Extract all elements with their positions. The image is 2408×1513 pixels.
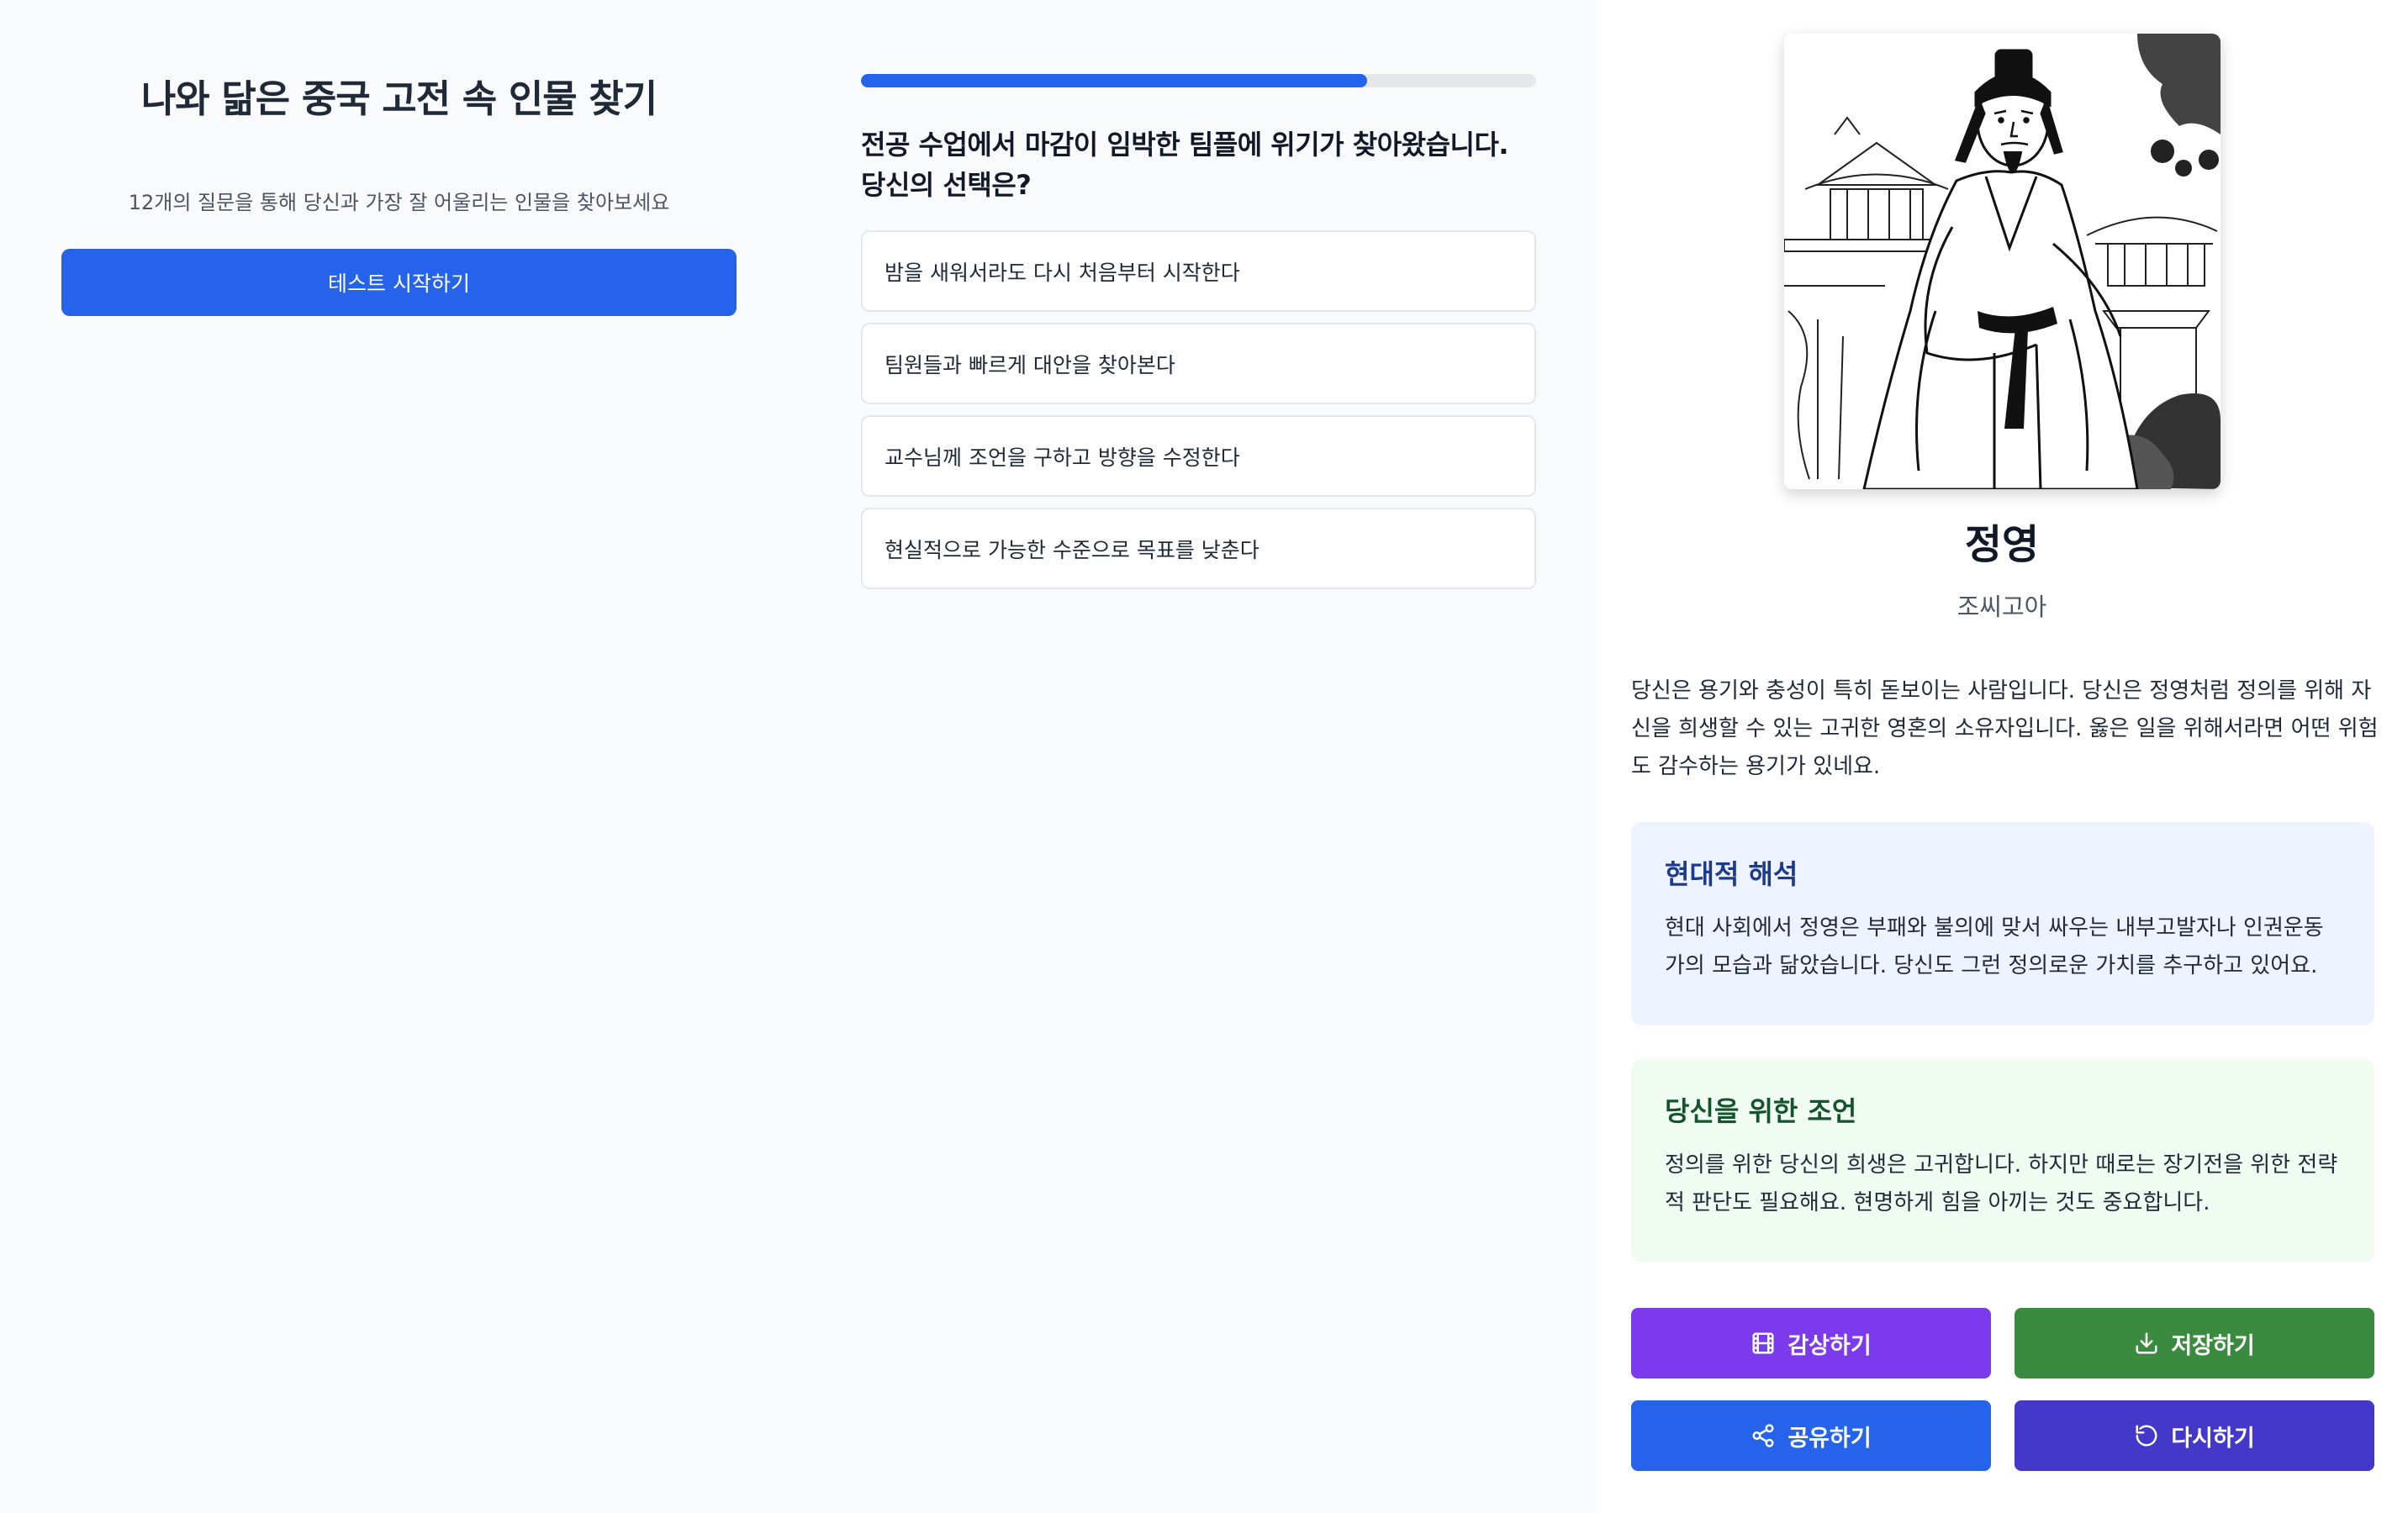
quiz-panel: 전공 수업에서 마감이 임박한 팀플에 위기가 찾아왔습니다. 당신의 선택은?… bbox=[861, 74, 1536, 600]
character-origin: 조씨고아 bbox=[1956, 593, 2047, 621]
advice-text: 정의를 위한 당신의 희생은 고귀합니다. 하지만 때로는 장기전을 위한 전략… bbox=[1665, 1152, 2338, 1215]
watch-button-label: 감상하기 bbox=[1788, 1332, 1872, 1359]
watch-button[interactable]: 감상하기 bbox=[1631, 1308, 1991, 1379]
modern-interpretation-card: 현대적 해석 현대 사회에서 정영은 부패와 불의에 맞서 싸우는 내부고발자나… bbox=[1631, 822, 2374, 1025]
question-text: 전공 수업에서 마감이 임박한 팀플에 위기가 찾아왔습니다. 당신의 선택은? bbox=[861, 129, 1509, 201]
app-root: 나와 닮은 중국 고전 속 인물 찾기 12개의 질문을 통해 당신과 가장 잘… bbox=[0, 0, 2408, 1513]
modern-interpretation-text: 현대 사회에서 정영은 부패와 불의에 맞서 싸우는 내부고발자나 인권운동가의… bbox=[1665, 915, 2324, 978]
answer-option[interactable]: 팀원들과 빠르게 대안을 찾아본다 bbox=[861, 323, 1536, 404]
progress-bar bbox=[861, 74, 1536, 87]
start-test-button[interactable]: 테스트 시작하기 bbox=[61, 249, 737, 316]
share-button-label: 공유하기 bbox=[1788, 1425, 1872, 1452]
result-panel: 정영 조씨고아 당신은 용기와 충성이 특히 돋보이는 사람입니다. 당신은 정… bbox=[1596, 0, 2408, 1513]
intro-panel: 나와 닮은 중국 고전 속 인물 찾기 12개의 질문을 통해 당신과 가장 잘… bbox=[61, 72, 737, 316]
share-button[interactable]: 공유하기 bbox=[1631, 1400, 1991, 1471]
advice-title: 당신을 위한 조언 bbox=[1665, 1095, 1857, 1127]
character-portrait bbox=[1784, 34, 2221, 489]
film-icon bbox=[1752, 1332, 1774, 1354]
download-icon bbox=[2136, 1332, 2157, 1354]
intro-subtitle: 12개의 질문을 통해 당신과 가장 잘 어울리는 인물을 찾아보세요 bbox=[128, 191, 670, 214]
character-name: 정영 bbox=[1964, 521, 2040, 568]
intro-title: 나와 닮은 중국 고전 속 인물 찾기 bbox=[140, 76, 657, 121]
character-description: 당신은 용기와 충성이 특히 돋보이는 사람입니다. 당신은 정영처럼 정의를 … bbox=[1631, 678, 2379, 779]
save-button-label: 저장하기 bbox=[2171, 1332, 2255, 1359]
portrait-illustration bbox=[1784, 34, 2221, 489]
answer-option[interactable]: 교수님께 조언을 구하고 방향을 수정한다 bbox=[861, 415, 1536, 497]
refresh-icon bbox=[2136, 1425, 2157, 1447]
retry-button[interactable]: 다시하기 bbox=[2015, 1400, 2374, 1471]
save-button[interactable]: 저장하기 bbox=[2015, 1308, 2374, 1379]
answer-option[interactable]: 현실적으로 가능한 수준으로 목표를 낮춘다 bbox=[861, 508, 1536, 589]
advice-card: 당신을 위한 조언 정의를 위한 당신의 희생은 고귀합니다. 하지만 때로는 … bbox=[1631, 1059, 2374, 1263]
retry-button-label: 다시하기 bbox=[2171, 1425, 2255, 1452]
progress-bar-fill bbox=[861, 74, 1368, 87]
answer-options: 밤을 새워서라도 다시 처음부터 시작한다 팀원들과 빠르게 대안을 찾아본다 … bbox=[861, 230, 1536, 589]
share-icon bbox=[1752, 1424, 1774, 1447]
answer-option[interactable]: 밤을 새워서라도 다시 처음부터 시작한다 bbox=[861, 230, 1536, 312]
modern-interpretation-title: 현대적 해석 bbox=[1665, 858, 1798, 890]
